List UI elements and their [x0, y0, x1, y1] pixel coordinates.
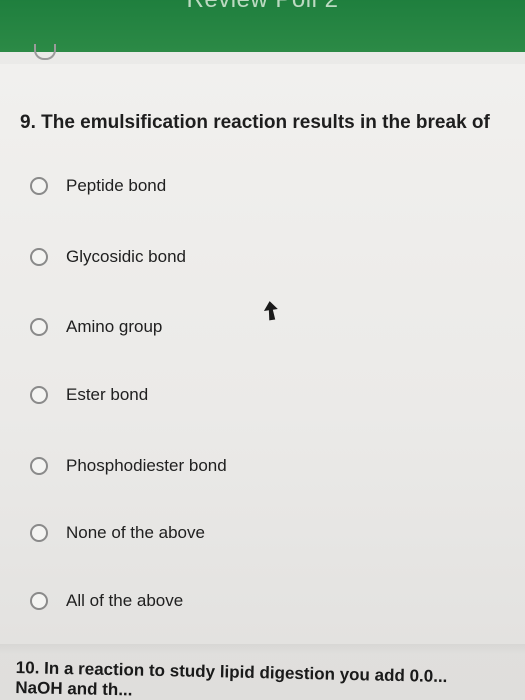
radio-button[interactable] — [30, 592, 48, 610]
question-title: 9. The emulsification reaction results i… — [20, 112, 490, 133]
option-label: None of the above — [66, 523, 205, 542]
section-divider — [0, 644, 525, 654]
option-label: Peptide bond — [66, 176, 167, 195]
page: Review Poll 2 9. The emulsification reac… — [0, 0, 525, 700]
option-label: Amino group — [66, 317, 163, 336]
option-all-of-the-above[interactable]: All of the above — [30, 587, 183, 615]
radio-button[interactable] — [30, 177, 48, 195]
radio-button[interactable] — [30, 457, 48, 475]
radio-button[interactable] — [30, 524, 48, 542]
header-banner: Review Poll 2 — [0, 0, 525, 52]
option-none-of-the-above[interactable]: None of the above — [30, 519, 205, 547]
radio-button[interactable] — [30, 386, 48, 404]
radio-button[interactable] — [30, 318, 48, 336]
previous-card-edge — [34, 44, 56, 60]
option-amino-group[interactable]: Amino group — [30, 313, 162, 341]
question-card — [0, 64, 525, 644]
option-label: Ester bond — [66, 385, 149, 404]
radio-button[interactable] — [30, 248, 48, 266]
option-peptide-bond[interactable]: Peptide bond — [30, 172, 166, 200]
option-ester-bond[interactable]: Ester bond — [30, 381, 148, 409]
option-label: Glycosidic bond — [66, 247, 187, 266]
option-phosphodiester-bond[interactable]: Phosphodiester bond — [30, 452, 227, 480]
next-question-title: 10. In a reaction to study lipid digesti… — [15, 658, 525, 700]
option-glycosidic-bond[interactable]: Glycosidic bond — [30, 243, 186, 271]
mouse-cursor-icon — [263, 301, 278, 321]
header-title: Review Poll 2 — [0, 0, 525, 14]
option-label: All of the above — [66, 591, 184, 610]
option-label: Phosphodiester bond — [66, 456, 227, 475]
